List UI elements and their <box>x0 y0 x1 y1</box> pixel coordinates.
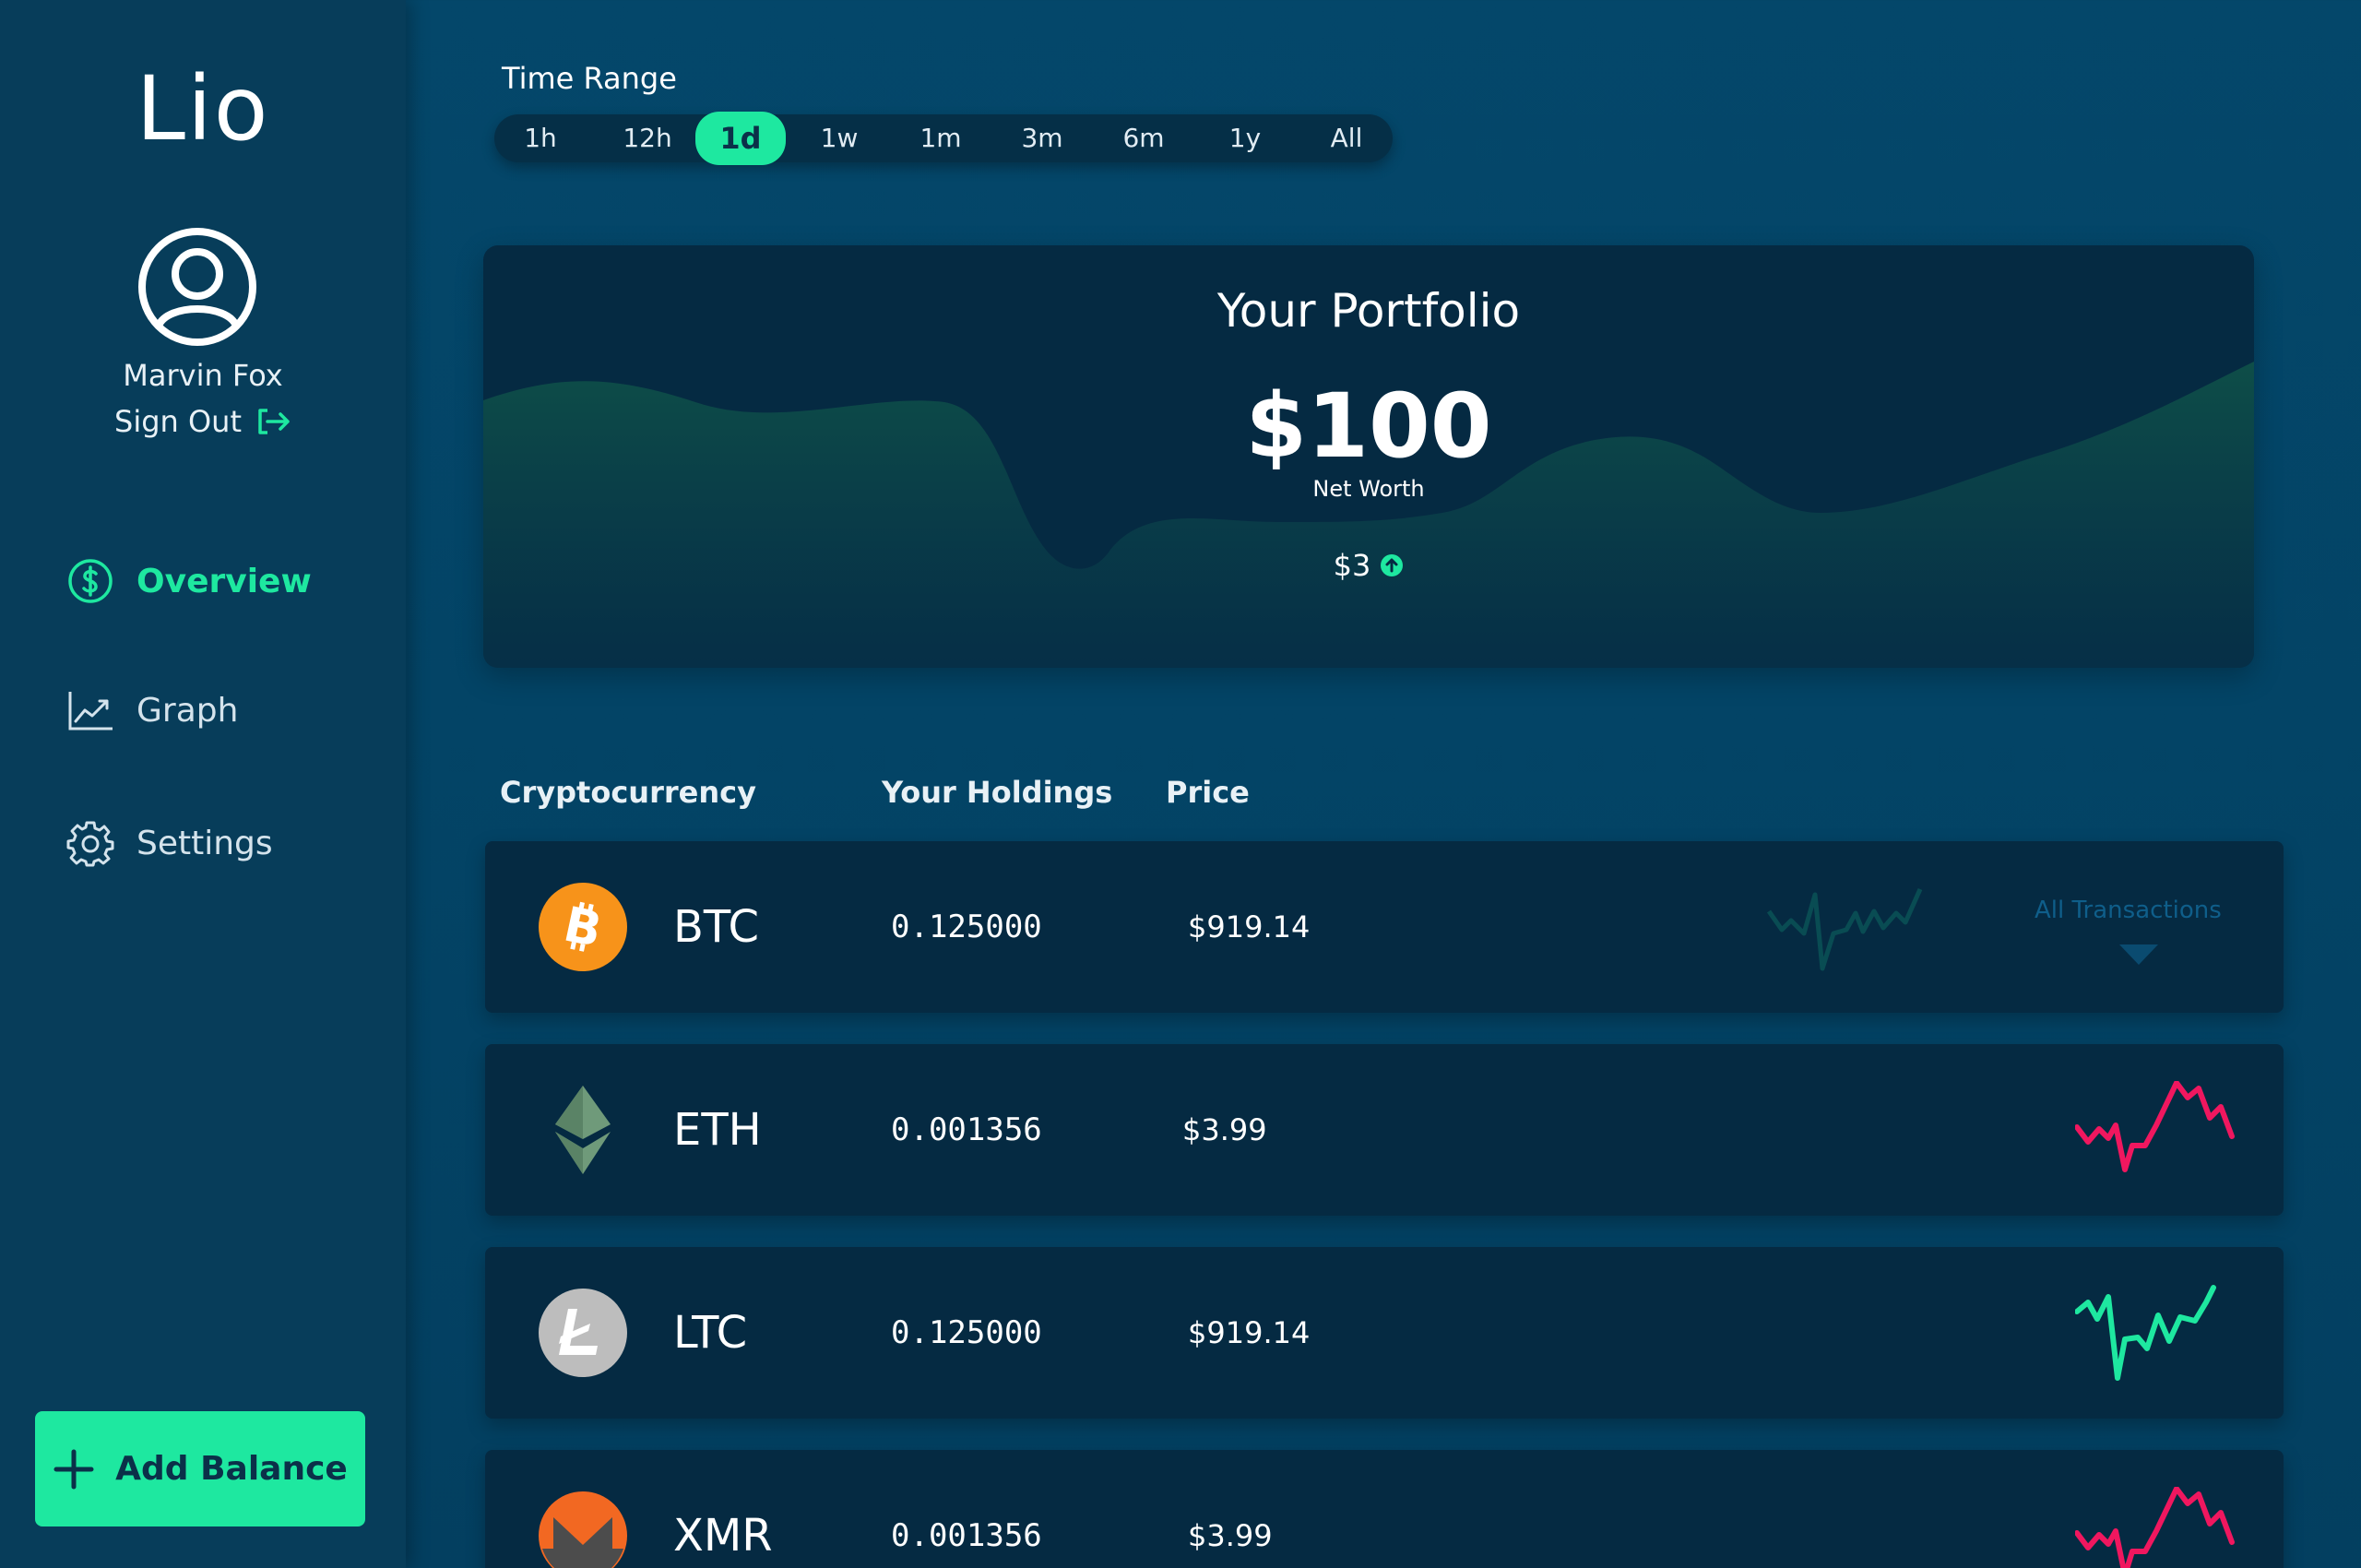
coin-symbol: XMR <box>673 1510 773 1562</box>
user-avatar-icon[interactable] <box>136 226 258 348</box>
line-chart-icon <box>68 692 113 731</box>
dollar-circle-icon <box>68 559 113 603</box>
sparkline <box>1767 887 1923 971</box>
time-range-3m[interactable]: 3m <box>1014 114 1070 162</box>
portfolio-net-worth-label: Net Worth <box>1312 476 1425 502</box>
column-header-price: Price <box>1166 775 1250 810</box>
all-transactions-link[interactable]: All Transactions <box>2035 897 2284 924</box>
chevron-down-icon <box>2119 944 2158 965</box>
sign-out-label: Sign Out <box>114 404 242 439</box>
coin-price: $3.99 <box>1182 1112 1267 1147</box>
portfolio-net-worth-value: $100 <box>1245 374 1492 478</box>
portfolio-change: $3 <box>483 548 2254 583</box>
sidebar: Lio Marvin Fox Sign Out Overview Graph S… <box>0 0 406 1568</box>
portfolio-card: Your Portfolio $100 Net Worth $3 <box>483 245 2254 668</box>
sparkline <box>2075 1081 2235 1172</box>
time-range-6m[interactable]: 6m <box>1116 114 1171 162</box>
time-range-selector: 1h 12h 1d 1w 1m 3m 6m 1y All <box>494 112 1393 165</box>
time-range-1h[interactable]: 1h <box>513 114 568 162</box>
app-logo: Lio <box>136 57 270 160</box>
table-row[interactable]: XMR 0.001356 $3.99 <box>485 1450 2284 1568</box>
coin-price: $919.14 <box>1188 909 1311 944</box>
sign-out-icon <box>258 409 290 434</box>
nav-label-overview: Overview <box>136 562 312 600</box>
bitcoin-icon: B <box>539 883 627 971</box>
sparkline <box>2075 1285 2216 1381</box>
time-range-1d[interactable]: 1d <box>695 112 786 165</box>
arrow-up-circle-icon <box>1381 554 1404 576</box>
monero-icon <box>539 1491 627 1568</box>
coin-symbol: BTC <box>673 901 759 953</box>
coin-symbol: ETH <box>673 1104 762 1156</box>
add-balance-label: Add Balance <box>115 1450 348 1488</box>
time-range-all[interactable]: All <box>1311 114 1382 162</box>
sign-out-link[interactable]: Sign Out <box>0 404 406 439</box>
gear-icon <box>66 821 114 867</box>
ethereum-icon <box>555 1086 611 1174</box>
sparkline <box>2075 1487 2235 1568</box>
time-range-12h[interactable]: 12h <box>611 114 684 162</box>
plus-icon <box>53 1449 94 1489</box>
coin-symbol: LTC <box>673 1307 748 1359</box>
nav-item-settings[interactable]: Settings <box>66 819 273 867</box>
coin-holdings: 0.001356 <box>891 1517 1042 1554</box>
portfolio-change-value: $3 <box>1333 548 1371 583</box>
time-range-1w[interactable]: 1w <box>812 114 867 162</box>
time-range-1m[interactable]: 1m <box>913 114 968 162</box>
portfolio-title: Your Portfolio <box>1216 284 1521 338</box>
coin-holdings: 0.125000 <box>891 1314 1042 1351</box>
nav-item-overview[interactable]: Overview <box>66 557 312 605</box>
nav-label-graph: Graph <box>136 691 239 730</box>
table-row[interactable]: LTC 0.125000 $919.14 <box>485 1247 2284 1419</box>
table-row[interactable]: ETH 0.001356 $3.99 <box>485 1044 2284 1216</box>
time-range-label: Time Range <box>502 61 677 96</box>
column-header-holdings: Your Holdings <box>882 775 1113 810</box>
litecoin-icon <box>539 1289 627 1377</box>
table-row[interactable]: B BTC 0.125000 $919.14 All Transactions <box>485 841 2284 1013</box>
coin-price: $919.14 <box>1188 1315 1311 1350</box>
coin-holdings: 0.001356 <box>891 1111 1042 1148</box>
coin-price: $3.99 <box>1188 1518 1273 1553</box>
nav-label-settings: Settings <box>136 824 273 862</box>
column-header-cryptocurrency: Cryptocurrency <box>500 775 756 810</box>
user-name: Marvin Fox <box>123 358 283 393</box>
time-range-1y[interactable]: 1y <box>1217 114 1273 162</box>
add-balance-button[interactable]: Add Balance <box>35 1411 365 1526</box>
coin-holdings: 0.125000 <box>891 909 1042 945</box>
nav-item-graph[interactable]: Graph <box>66 686 238 734</box>
